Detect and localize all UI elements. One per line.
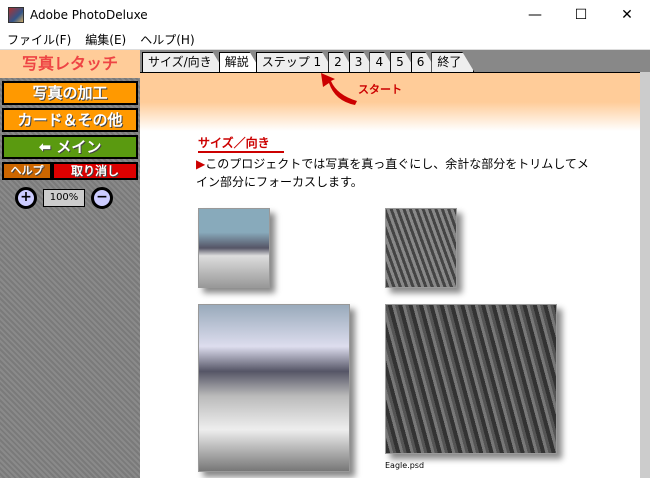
couple-thumbnail[interactable] [198,208,270,288]
eagle-photo[interactable] [385,304,557,454]
description: ▶このプロジェクトでは写真を真っ直ぐにし、余計な部分をトリムしてメイン部分にフォ… [196,155,596,191]
zoom-level: 100% [43,189,85,207]
zoom-out-icon[interactable]: − [91,187,113,209]
close-button[interactable]: ✕ [604,0,650,30]
description-text: このプロジェクトでは写真を真っ直ぐにし、余計な部分をトリムしてメイン部分にフォー… [196,157,589,189]
sidebar-header: 写真レタッチ [0,50,140,78]
content-area: スタート サイズ／向き ▶このプロジェクトでは写真を真っ直ぐにし、余計な部分をト… [140,72,640,478]
photo-caption: Eagle.psd [385,461,425,470]
main-panel: サイズ/向き 解説 ステップ 1 2 3 4 5 6 終了 スタート サイズ／向… [140,50,650,478]
start-label: スタート [358,83,402,96]
photo-edit-button[interactable]: 写真の加工 [2,81,138,105]
title-bar: Adobe PhotoDeluxe — ☐ ✕ [0,0,650,30]
window-title: Adobe PhotoDeluxe [30,8,148,22]
maximize-button[interactable]: ☐ [558,0,604,30]
tab-explanation[interactable]: 解説 [219,52,262,72]
couple-photo[interactable] [198,304,350,472]
zoom-in-icon[interactable]: + [15,187,37,209]
undo-button[interactable]: 取り消し [52,162,138,180]
app-icon [8,7,24,23]
menu-edit[interactable]: 編集(E) [78,31,133,48]
sidebar: 写真レタッチ 写真の加工 カード＆その他 ⬅ メイン ヘルプ 取り消し + 10… [0,50,140,478]
cards-button[interactable]: カード＆その他 [2,108,138,132]
tab-step-1[interactable]: ステップ 1 [256,52,334,72]
section-heading: サイズ／向き [198,134,284,153]
tab-finish[interactable]: 終了 [431,52,474,72]
bullet-icon: ▶ [196,157,206,171]
minimize-button[interactable]: — [512,0,558,30]
main-button[interactable]: ⬅ メイン [2,135,138,159]
vertical-scrollbar[interactable] [640,72,650,478]
menu-bar: ファイル(F) 編集(E) ヘルプ(H) [0,30,650,50]
back-arrow-icon: ⬅ [38,138,57,156]
help-button[interactable]: ヘルプ [2,162,52,180]
main-label: メイン [56,138,102,156]
eagle-thumbnail[interactable] [385,208,457,288]
step-tabs: サイズ/向き 解説 ステップ 1 2 3 4 5 6 終了 [142,52,468,72]
tab-size[interactable]: サイズ/向き [142,52,225,72]
menu-file[interactable]: ファイル(F) [0,31,78,48]
menu-help[interactable]: ヘルプ(H) [133,31,201,48]
curved-arrow-icon [321,73,357,105]
